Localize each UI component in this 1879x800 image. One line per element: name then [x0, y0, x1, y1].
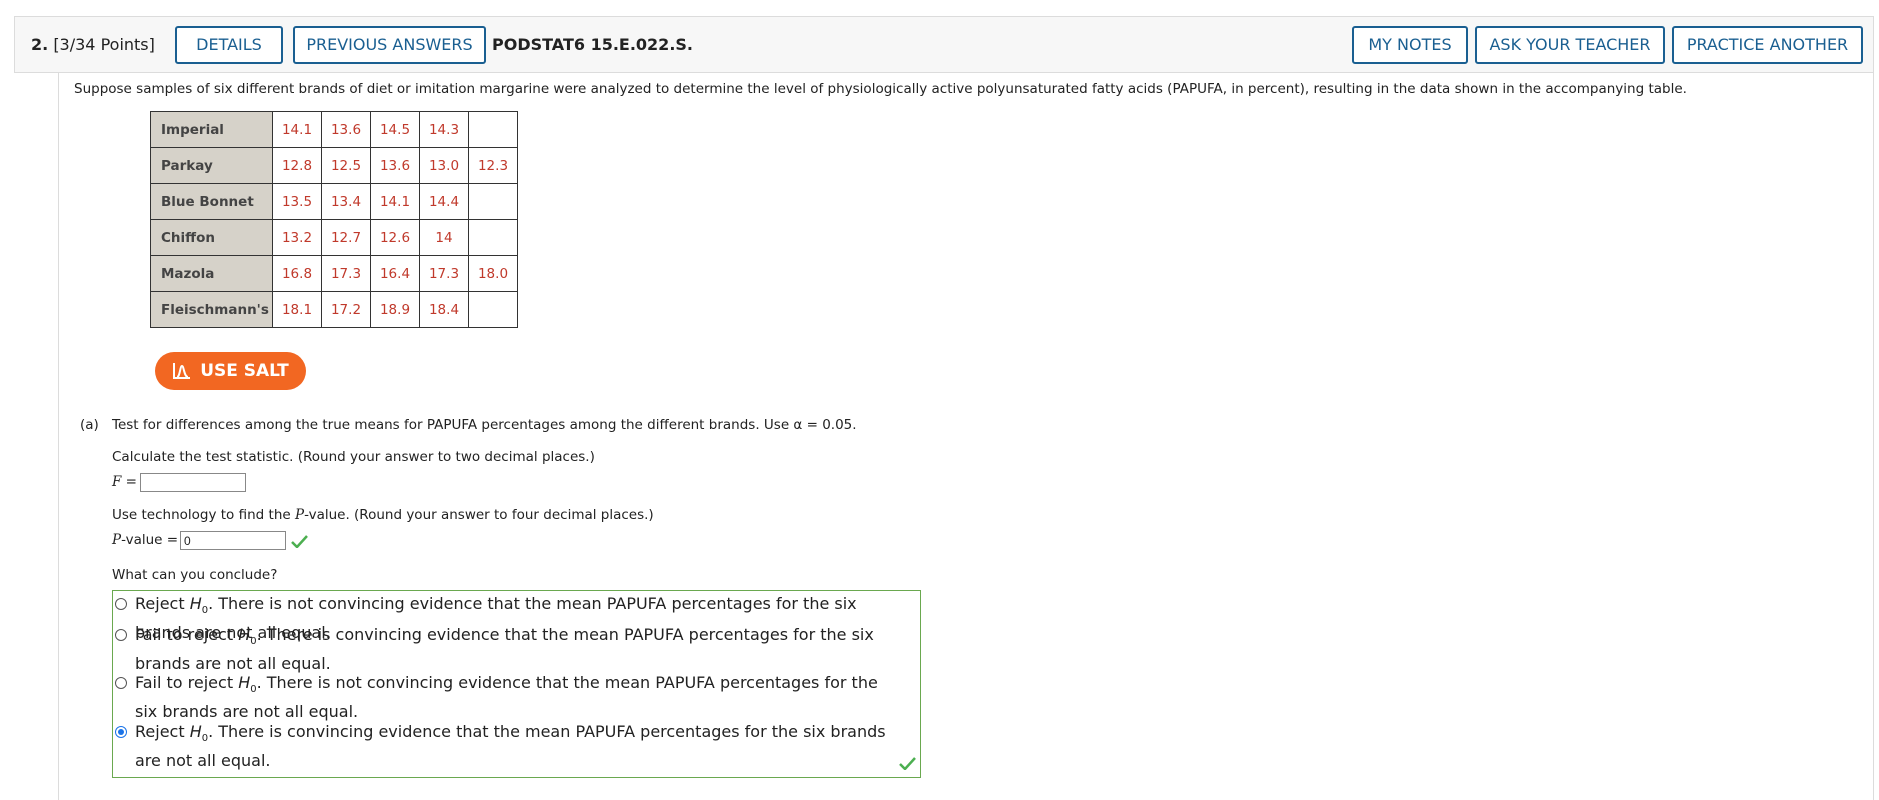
option-4-radio[interactable] [115, 726, 127, 738]
data-table: Imperial 14.1 13.6 14.5 14.3 Parkay 12.8 12.5 13… [150, 111, 518, 328]
value-cell: 13.0 [419, 147, 469, 184]
table-row: Blue Bonnet 13.5 13.4 14.1 14.4 [150, 183, 518, 220]
salt-icon [173, 363, 191, 379]
value-cell: 12.6 [370, 219, 420, 256]
p-value-input[interactable] [180, 531, 286, 550]
option-2-radio[interactable] [115, 629, 127, 641]
value-cell: 14.4 [419, 183, 469, 220]
table-row: Chiffon 13.2 12.7 12.6 14 [150, 219, 518, 256]
details-button[interactable]: DETAILS [175, 26, 283, 64]
part-a-prompt: Test for differences among the true mean… [112, 417, 857, 433]
brand-cell: Chiffon [150, 219, 273, 256]
options-correct-check-icon [899, 757, 916, 770]
value-cell: 12.7 [321, 219, 371, 256]
value-cell [468, 219, 518, 256]
f-label: F = [112, 474, 137, 490]
correct-check-icon [291, 535, 308, 548]
value-cell: 17.2 [321, 291, 371, 328]
value-cell: 12.5 [321, 147, 371, 184]
table-row: Fleischmann's 18.1 17.2 18.9 18.4 [150, 291, 518, 328]
previous-answers-button[interactable]: PREVIOUS ANSWERS [293, 26, 486, 64]
table-row: Imperial 14.1 13.6 14.5 14.3 [150, 111, 518, 148]
option-1-radio[interactable] [115, 598, 127, 610]
value-cell: 13.4 [321, 183, 371, 220]
value-cell: 16.4 [370, 255, 420, 292]
brand-cell: Parkay [150, 147, 273, 184]
brand-cell: Blue Bonnet [150, 183, 273, 220]
value-cell: 17.3 [419, 255, 469, 292]
value-cell: 18.0 [468, 255, 518, 292]
question-points: [3/34 Points] [53, 35, 155, 54]
value-cell: 18.9 [370, 291, 420, 328]
p-instruction: Use technology to find the P-value. (Rou… [112, 507, 654, 523]
value-cell: 12.8 [272, 147, 322, 184]
option-3-label[interactable]: Fail to reject H0. There is not convinci… [135, 672, 895, 723]
use-salt-button[interactable]: USE SALT [155, 352, 306, 390]
question-intro: Suppose samples of six different brands … [74, 81, 1687, 97]
conclude-prompt: What can you conclude? [112, 567, 278, 583]
question-number: 2. [3/34 Points] [31, 35, 155, 54]
value-cell: 17.3 [321, 255, 371, 292]
f-statistic-input[interactable] [140, 473, 246, 492]
value-cell: 16.8 [272, 255, 322, 292]
brand-cell: Fleischmann's [150, 291, 273, 328]
value-cell: 18.1 [272, 291, 322, 328]
value-cell [468, 291, 518, 328]
value-cell [468, 111, 518, 148]
value-cell [468, 183, 518, 220]
question-code: PODSTAT6 15.E.022.S. [492, 35, 693, 54]
value-cell: 13.5 [272, 183, 322, 220]
value-cell: 13.6 [370, 147, 420, 184]
option-4-label[interactable]: Reject H0. There is convincing evidence … [135, 721, 895, 772]
calc-instruction: Calculate the test statistic. (Round you… [112, 449, 595, 465]
option-2-label[interactable]: Fail to reject H0. There is convincing e… [135, 624, 895, 675]
part-a-label: (a) [80, 417, 99, 433]
value-cell: 18.4 [419, 291, 469, 328]
p-value-label: P-value = [112, 532, 179, 548]
value-cell: 13.6 [321, 111, 371, 148]
value-cell: 14.5 [370, 111, 420, 148]
question-header: 2. [3/34 Points] DETAILS PREVIOUS ANSWER… [14, 16, 1874, 73]
use-salt-label: USE SALT [200, 361, 289, 381]
conclusion-options: Reject H0. There is not convincing evide… [112, 590, 921, 778]
value-cell: 12.3 [468, 147, 518, 184]
ask-teacher-button[interactable]: ASK YOUR TEACHER [1475, 26, 1665, 64]
brand-cell: Imperial [150, 111, 273, 148]
practice-another-button[interactable]: PRACTICE ANOTHER [1672, 26, 1863, 64]
my-notes-button[interactable]: MY NOTES [1352, 26, 1468, 64]
value-cell: 14.3 [419, 111, 469, 148]
option-3-radio[interactable] [115, 677, 127, 689]
table-row: Mazola 16.8 17.3 16.4 17.3 18.0 [150, 255, 518, 292]
value-cell: 13.2 [272, 219, 322, 256]
value-cell: 14.1 [272, 111, 322, 148]
value-cell: 14 [419, 219, 469, 256]
brand-cell: Mazola [150, 255, 273, 292]
value-cell: 14.1 [370, 183, 420, 220]
table-row: Parkay 12.8 12.5 13.6 13.0 12.3 [150, 147, 518, 184]
